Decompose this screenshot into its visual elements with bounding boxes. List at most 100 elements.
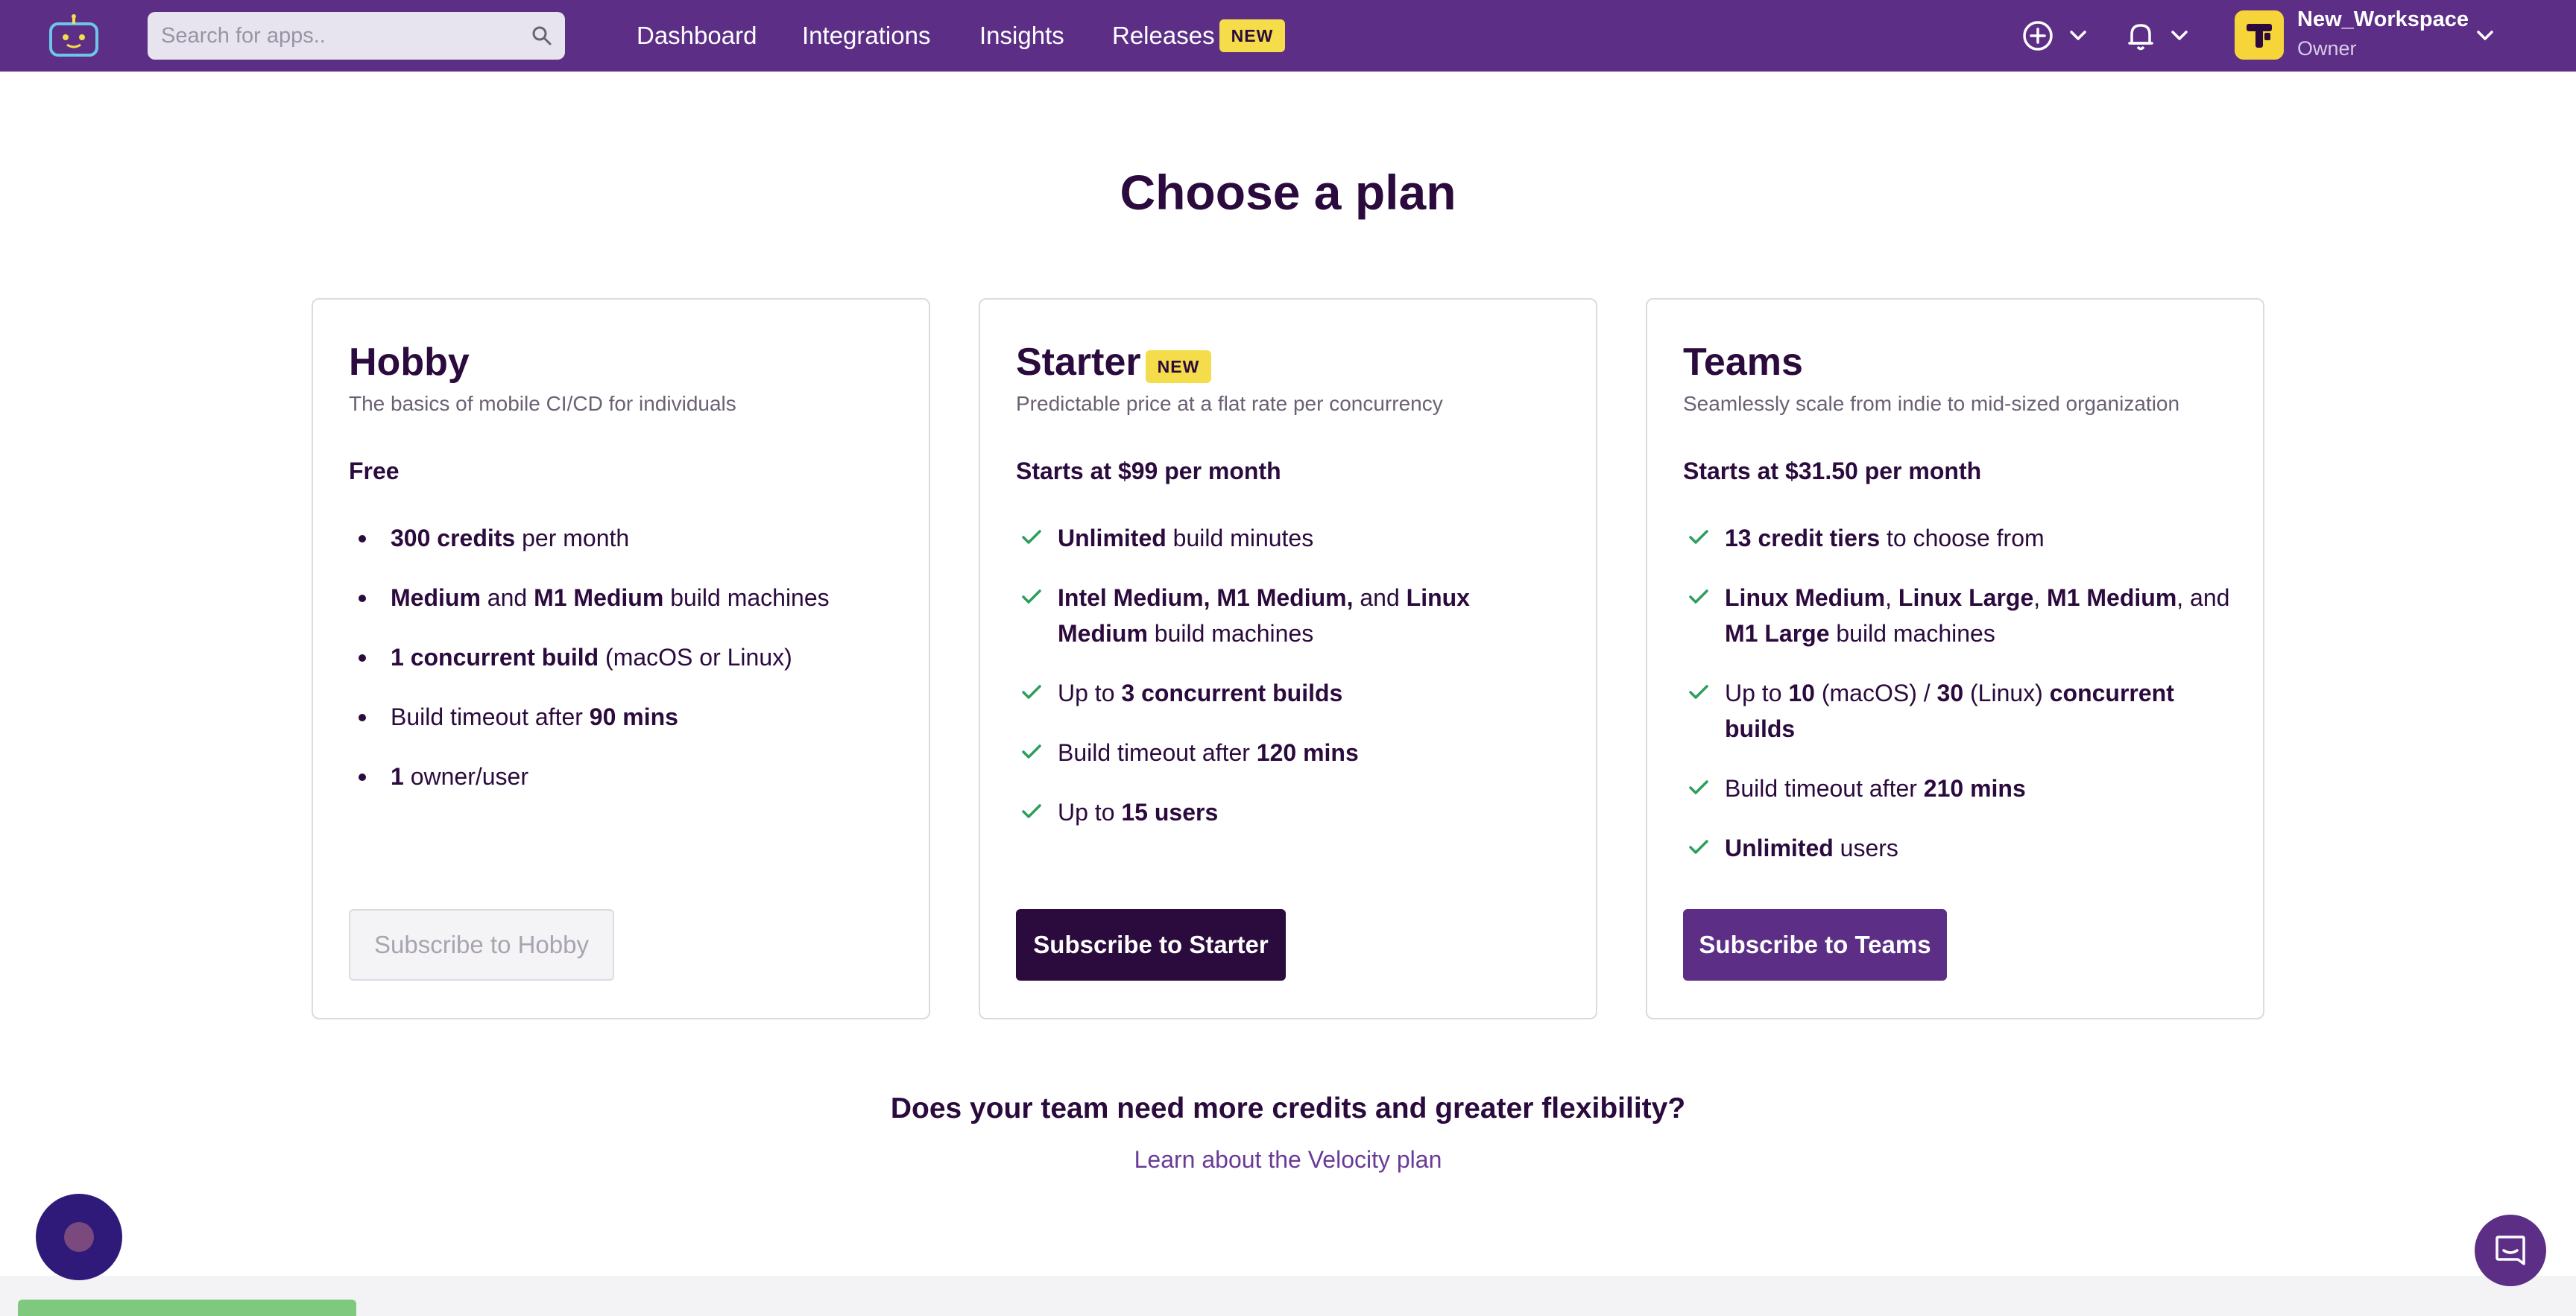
- plan-subtitle: Seamlessly scale from indie to mid-sized…: [1683, 392, 2180, 415]
- workspace-logo-icon: [2247, 24, 2272, 48]
- feature-text: 300 credits per month: [391, 520, 897, 556]
- chevron-down-icon[interactable]: [2171, 28, 2188, 43]
- bullet-icon: [359, 595, 366, 602]
- velocity-plan-link[interactable]: Learn about the Velocity plan: [0, 1146, 2576, 1174]
- chevron-down-icon[interactable]: [2069, 28, 2087, 43]
- feature-segment: ,: [2033, 584, 2048, 611]
- feature-segment: Up to: [1725, 680, 1789, 706]
- bitrise-logo-icon[interactable]: [46, 13, 101, 58]
- feature-segment: build machines: [663, 584, 830, 611]
- feature-text: Linux Medium, Linux Large, M1 Medium, an…: [1725, 580, 2232, 651]
- feature-text: Unlimited users: [1725, 830, 2232, 866]
- check-icon: [1689, 685, 1708, 699]
- feature-segment: build machines: [1829, 620, 1995, 647]
- feature-segment: , and: [2176, 584, 2230, 611]
- feature-segment: (macOS or Linux): [599, 644, 792, 671]
- starter-new-badge: NEW: [1146, 350, 1211, 383]
- feature-segment: Up to: [1058, 799, 1122, 826]
- workspace-name[interactable]: New_Workspace: [2297, 7, 2469, 32]
- feature-highlight: 300 credits: [391, 525, 516, 551]
- feature-text: Unlimited build minutes: [1058, 520, 1565, 556]
- plan-price: Starts at $99 per month: [1016, 458, 1281, 484]
- chat-icon: [2496, 1236, 2525, 1265]
- check-icon: [1689, 530, 1708, 544]
- feature-segment: owner/user: [403, 763, 528, 790]
- feature-segment: ,: [1885, 584, 1898, 611]
- feature-segment: and: [480, 584, 534, 611]
- check-icon: [1689, 589, 1708, 604]
- feature-highlight: M1 Large: [1725, 620, 1830, 647]
- plan-price: Free: [349, 458, 400, 484]
- feature-highlight: M1 Medium: [2047, 584, 2177, 611]
- footer: [0, 1276, 2576, 1316]
- feature-segment: build minutes: [1166, 525, 1314, 551]
- feature-highlight: 3 concurrent builds: [1121, 680, 1343, 706]
- feature-highlight: Intel Medium, M1 Medium,: [1058, 584, 1354, 611]
- feature-highlight: Unlimited: [1058, 525, 1167, 551]
- feature-text: 13 credit tiers to choose from: [1725, 520, 2232, 556]
- workspace-role: Owner: [2297, 37, 2357, 60]
- nav-releases[interactable]: Releases: [1112, 0, 1215, 72]
- feature-highlight: 120 mins: [1256, 739, 1359, 766]
- search-icon[interactable]: [531, 25, 553, 47]
- feature-segment: build machines: [1147, 620, 1314, 647]
- feature-segment: Build timeout after: [1058, 739, 1257, 766]
- feature-highlight: Medium: [391, 584, 481, 611]
- plan-card-starter: Starter NEW Predictable price at a flat …: [979, 298, 1597, 1019]
- subscribe-teams-button[interactable]: Subscribe to Teams: [1683, 909, 1947, 981]
- feature-highlight: 10: [1788, 680, 1815, 706]
- nav-insights[interactable]: Insights: [979, 0, 1064, 72]
- feature-highlight: Unlimited: [1725, 835, 1834, 861]
- feature-highlight: Linux Medium: [1725, 584, 1886, 611]
- plan-price: Starts at $31.50 per month: [1683, 458, 1982, 484]
- plan-name: Starter: [1016, 341, 1141, 384]
- more-credits-question: Does your team need more credits and gre…: [890, 1092, 1686, 1124]
- page-title: Choose a plan: [1120, 165, 1456, 220]
- chat-launcher-button[interactable]: [2475, 1215, 2546, 1286]
- assistant-widget-button[interactable]: [36, 1194, 122, 1280]
- check-icon: [1022, 804, 1041, 818]
- search-input[interactable]: Search for apps..: [148, 12, 565, 60]
- feature-segment: Up to: [1058, 680, 1122, 706]
- subscribe-hobby-button[interactable]: Subscribe to Hobby: [349, 909, 614, 981]
- feature-highlight: 30: [1936, 680, 1964, 706]
- feature-segment: (Linux): [1963, 680, 2050, 706]
- bullet-icon: [359, 714, 366, 721]
- releases-new-badge: NEW: [1219, 19, 1285, 52]
- plan-name: Teams: [1683, 341, 1803, 384]
- add-circle-icon[interactable]: [2021, 19, 2054, 52]
- feature-text: Build timeout after 210 mins: [1725, 771, 2232, 806]
- workspace-avatar[interactable]: [2235, 10, 2284, 60]
- check-icon: [1022, 589, 1041, 604]
- feature-text: Up to 15 users: [1058, 794, 1565, 830]
- bullet-icon: [359, 774, 366, 781]
- subscribe-starter-button[interactable]: Subscribe to Starter: [1016, 909, 1286, 981]
- chevron-down-icon[interactable]: [2476, 28, 2494, 43]
- bullet-icon: [359, 654, 366, 662]
- feature-text: Up to 10 (macOS) / 30 (Linux) concurrent…: [1725, 675, 2232, 747]
- plan-name: Hobby: [349, 341, 470, 384]
- feature-highlight: M1 Medium: [534, 584, 664, 611]
- bell-icon[interactable]: [2126, 19, 2156, 52]
- plan-card-teams: Teams Seamlessly scale from indie to mid…: [1646, 298, 2264, 1019]
- feature-segment: (macOS) /: [1814, 680, 1937, 706]
- check-icon: [1022, 530, 1041, 544]
- feature-highlight: 210 mins: [1923, 775, 2026, 802]
- feature-highlight: 1 concurrent build: [391, 644, 599, 671]
- feature-highlight: Linux Large: [1898, 584, 2034, 611]
- check-icon: [1022, 685, 1041, 699]
- check-icon: [1689, 840, 1708, 854]
- feature-segment: per month: [515, 525, 630, 551]
- feature-highlight: 1: [391, 763, 404, 790]
- feature-text: 1 concurrent build (macOS or Linux): [391, 639, 897, 675]
- feature-segment: users: [1833, 835, 1898, 861]
- nav-integrations[interactable]: Integrations: [802, 0, 930, 72]
- plan-card-hobby: Hobby The basics of mobile CI/CD for ind…: [312, 298, 930, 1019]
- feature-segment: Build timeout after: [391, 703, 590, 730]
- check-icon: [1689, 780, 1708, 794]
- feature-text: Build timeout after 120 mins: [1058, 735, 1565, 771]
- feature-text: 1 owner/user: [391, 759, 897, 794]
- plan-subtitle: The basics of mobile CI/CD for individua…: [349, 392, 736, 415]
- feature-highlight: 15 users: [1121, 799, 1219, 826]
- nav-dashboard[interactable]: Dashboard: [637, 0, 757, 72]
